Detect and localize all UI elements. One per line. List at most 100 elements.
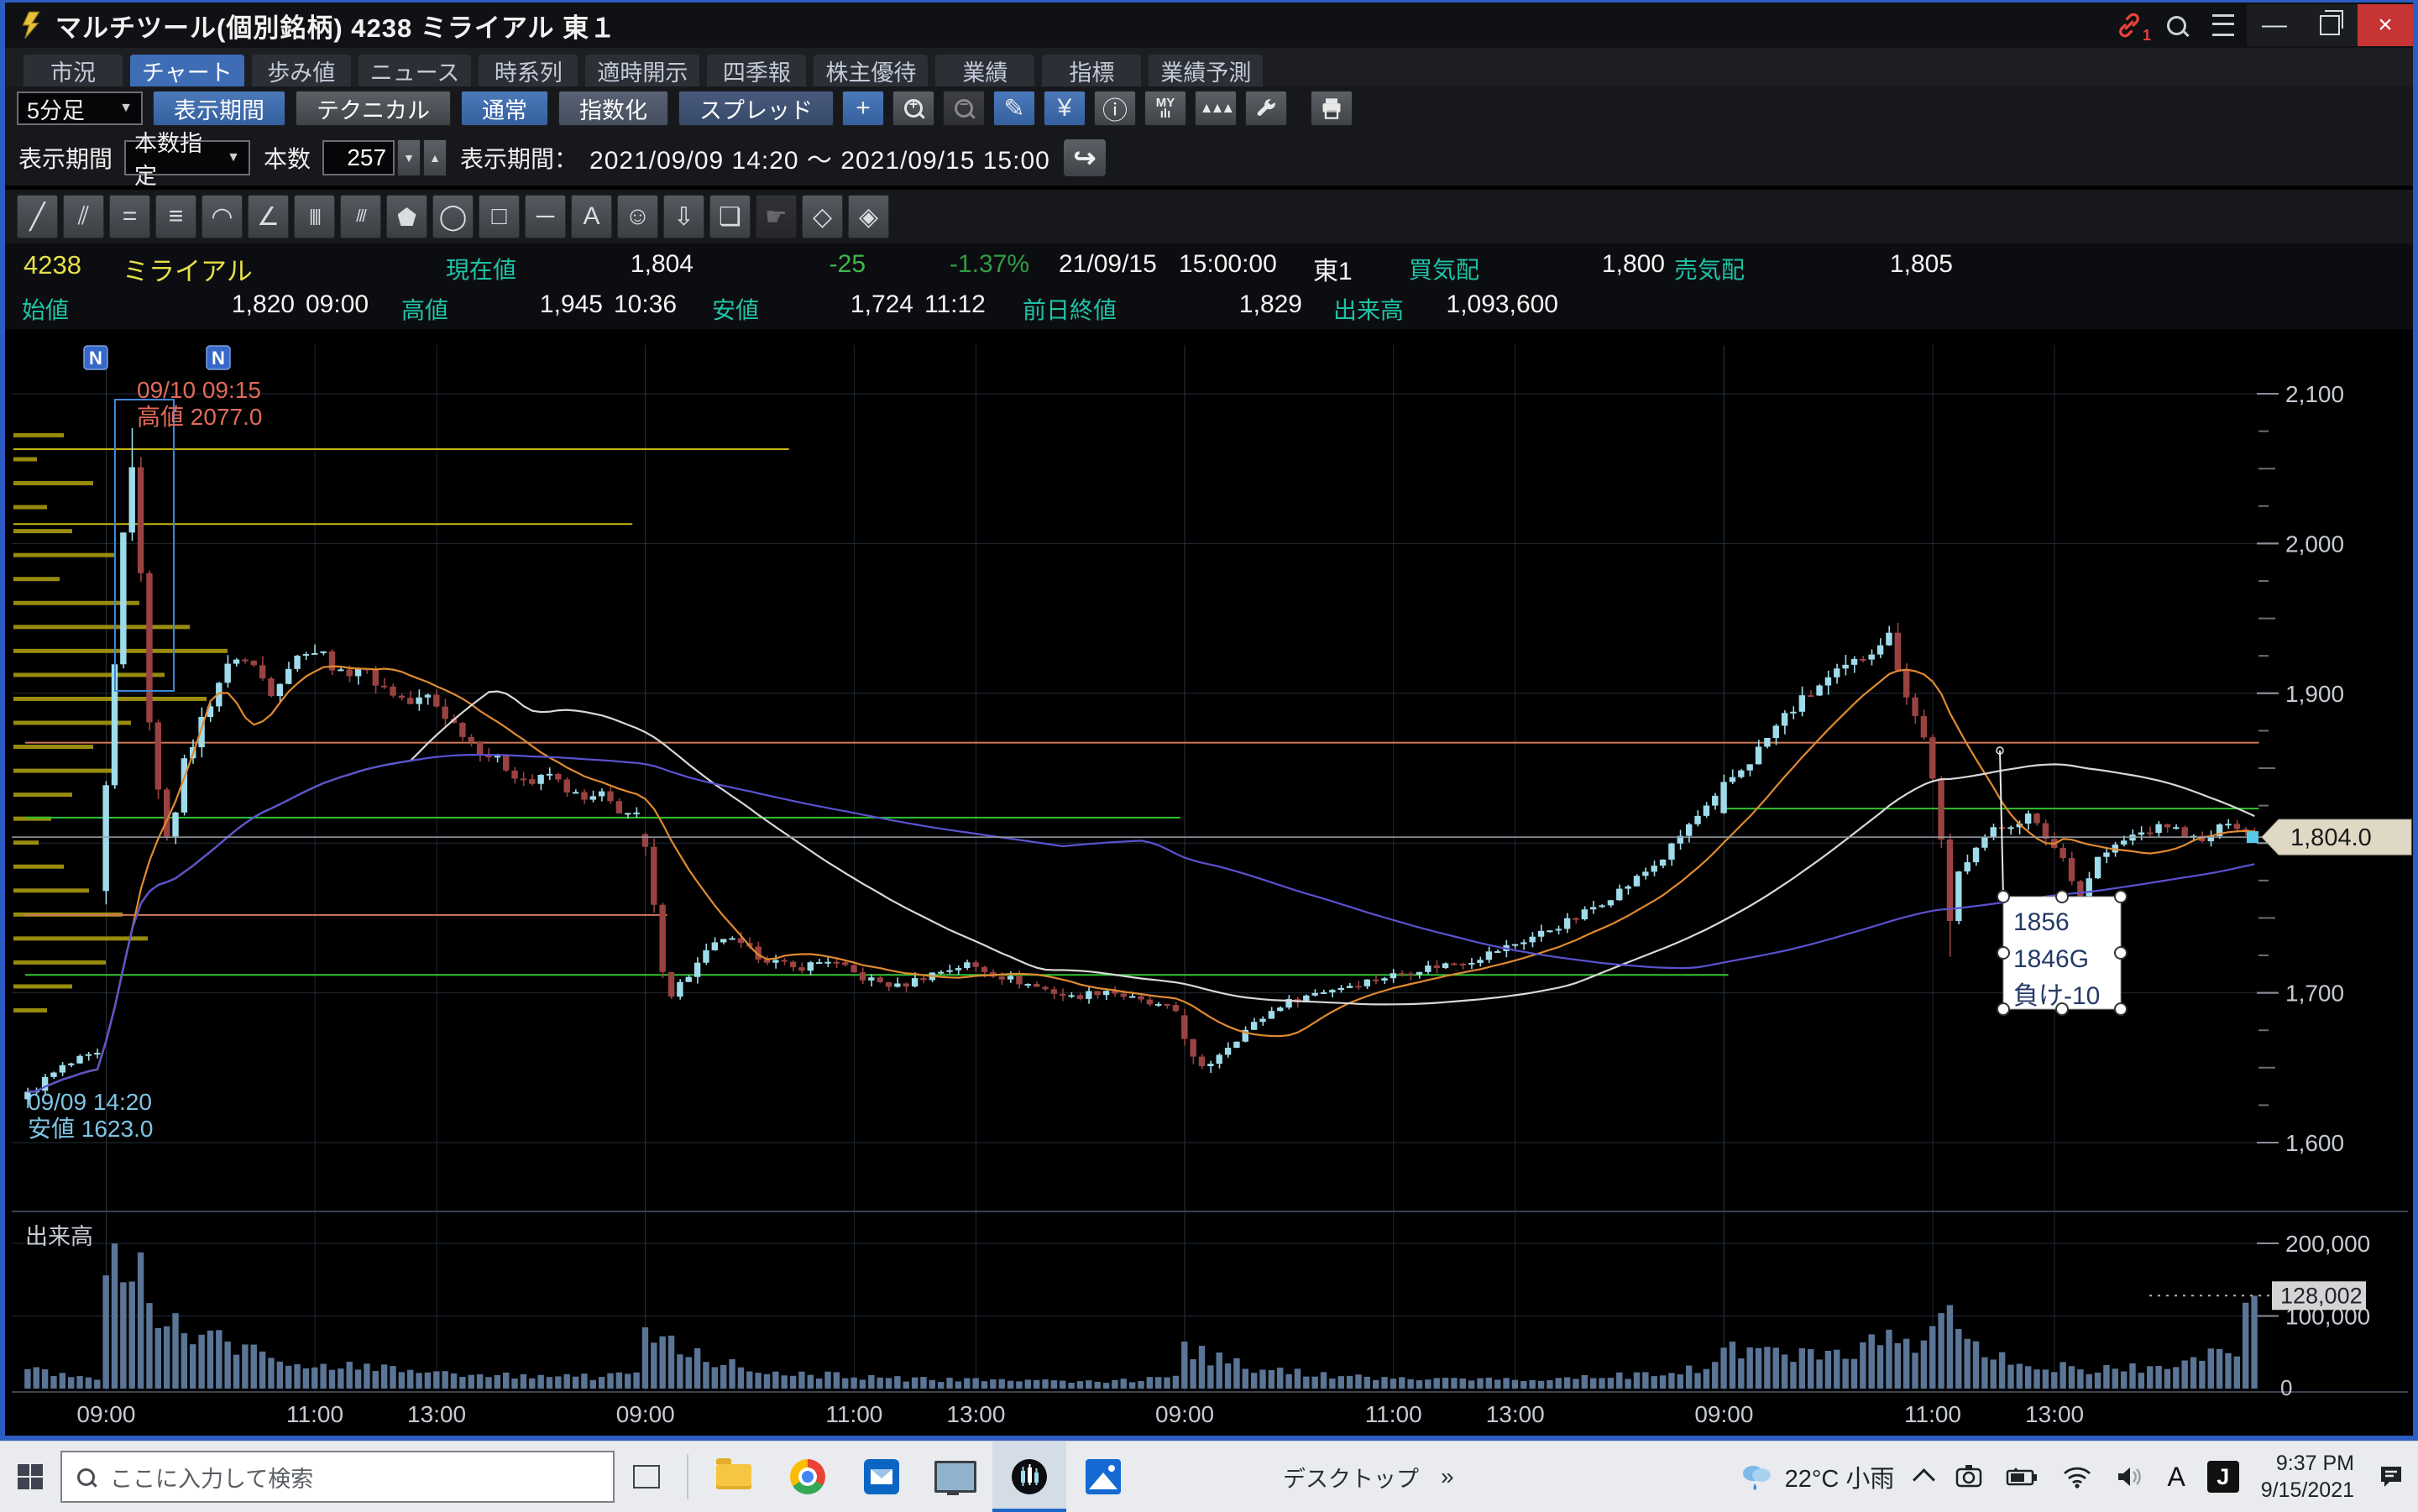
minimize-button[interactable]: — xyxy=(2247,4,2302,46)
copy-object-tool-icon[interactable]: ❏ xyxy=(709,195,751,238)
svg-text:1,900: 1,900 xyxy=(2285,681,2344,707)
settings-wrench-button[interactable] xyxy=(1245,91,1287,126)
clock-time: 9:37 PM xyxy=(2261,1450,2354,1477)
interval-select[interactable]: 5分足▼ xyxy=(17,92,143,125)
restore-button[interactable] xyxy=(2302,4,2358,46)
svg-text:09:00: 09:00 xyxy=(616,1401,675,1427)
tab-歩み値[interactable]: 歩み値 xyxy=(252,55,351,86)
high-label: 高値 xyxy=(401,292,448,326)
drop-marker-tool-icon[interactable]: ⇩ xyxy=(663,195,704,238)
price-change-pct: -1.37% xyxy=(920,250,1029,279)
ime-mode-icon[interactable]: J xyxy=(2207,1461,2239,1493)
search-icon[interactable] xyxy=(2153,3,2200,48)
drawing-toolbar: ╱⫽=≡◠∠||||/// ◯□─A☺⇩❏☛◇◈ xyxy=(5,190,2413,243)
two-horizontal-lines-tool-icon[interactable]: = xyxy=(109,195,150,238)
tab-指標[interactable]: 指標 xyxy=(1042,55,1141,86)
info-button[interactable]: ⓘ xyxy=(1094,91,1136,126)
ohlc-row: 始値 1,820 09:00 高値 1,945 10:36 安値 1,724 1… xyxy=(5,287,2413,330)
chart-canvas[interactable]: 2,1002,0001,9001,8001,7001,60009:0011:00… xyxy=(0,334,2418,1441)
yen-scale-button[interactable]: ¥ xyxy=(1044,91,1086,126)
tab-業績予測[interactable]: 業績予測 xyxy=(1149,55,1263,86)
bid-label: 買気配 xyxy=(1409,252,1479,285)
range-label: 表示期間： xyxy=(460,141,578,175)
icon-stamp-tool-icon[interactable]: ☺ xyxy=(617,195,658,238)
trend-line-tool-icon[interactable]: ╱ xyxy=(17,195,58,238)
battery-icon[interactable] xyxy=(2006,1466,2039,1488)
task-view-button[interactable] xyxy=(615,1441,678,1512)
menu-icon[interactable] xyxy=(2200,3,2247,48)
action-center-icon[interactable] xyxy=(2376,1463,2406,1490)
taskbar-app-remote-desktop[interactable] xyxy=(919,1441,992,1512)
tab-株主優待[interactable]: 株主優待 xyxy=(814,55,928,86)
pentagon-tool-icon[interactable] xyxy=(386,195,427,238)
crosshair-button[interactable]: + xyxy=(842,91,884,126)
zoom-out-button[interactable]: − xyxy=(943,91,985,126)
link-icon[interactable]: 1 xyxy=(2106,3,2153,48)
horizontal-segment-tool-icon[interactable]: ─ xyxy=(525,195,566,238)
rectangle-tool-icon[interactable]: □ xyxy=(479,195,520,238)
speaker-icon[interactable] xyxy=(2115,1465,2145,1488)
tab-適時開示[interactable]: 適時開示 xyxy=(585,55,699,86)
text-tool-icon[interactable]: A xyxy=(571,195,612,238)
erase-all-tool-icon[interactable]: ◈ xyxy=(848,195,889,238)
print-button[interactable] xyxy=(1311,91,1353,126)
tab-四季報[interactable]: 四季報 xyxy=(707,55,806,86)
quote-date: 21/09/15 xyxy=(1059,250,1157,279)
tab-業績[interactable]: 業績 xyxy=(935,55,1034,86)
fibonacci-arc-tool-icon[interactable]: ◠ xyxy=(202,195,243,238)
weather-widget[interactable]: 22°C 小雨 xyxy=(1738,1459,1895,1494)
price-volume-chart[interactable]: 2,1002,0001,9001,8001,7001,60009:0011:00… xyxy=(5,329,2413,1436)
taskbar-app-file-explorer[interactable] xyxy=(697,1441,771,1512)
taskbar-app-trading-app[interactable] xyxy=(992,1441,1066,1512)
toolbar-button-表示期間[interactable]: 表示期間 xyxy=(153,91,285,126)
taskbar: ここに入力して検索 デスクトップ » 22°C 小雨 A J xyxy=(0,1441,2418,1512)
svg-text:1,600: 1,600 xyxy=(2285,1130,2344,1156)
svg-text:出来高: 出来高 xyxy=(25,1224,93,1249)
count-decrement-button[interactable]: ▼ xyxy=(397,139,421,176)
my-indicator-button[interactable]: MYılı xyxy=(1144,91,1186,126)
toolbar-button-指数化[interactable]: 指数化 xyxy=(558,91,668,126)
taskbar-app-photos-app[interactable] xyxy=(1066,1441,1140,1512)
bar-count-input[interactable]: 257 xyxy=(322,140,395,175)
taskbar-clock[interactable]: 9:37 PM 9/15/2021 xyxy=(2261,1450,2354,1504)
zoom-in-button[interactable]: + xyxy=(892,91,934,126)
svg-text:128,002: 128,002 xyxy=(2280,1283,2363,1308)
count-mode-select[interactable]: 本数指定▼ xyxy=(124,140,250,175)
taskbar-app-mail-app[interactable] xyxy=(845,1441,919,1512)
svg-text:13:00: 13:00 xyxy=(1486,1401,1545,1427)
svg-text:09:00: 09:00 xyxy=(1155,1401,1214,1427)
eraser-tool-icon[interactable]: ◇ xyxy=(802,195,843,238)
fan-lines-tool-icon[interactable]: /// xyxy=(340,195,381,238)
hand-drag-tool-icon[interactable]: ☛ xyxy=(756,195,797,238)
tab-ニュース[interactable]: ニュース xyxy=(359,55,472,86)
ime-alpha-mode[interactable]: A xyxy=(2167,1462,2185,1493)
ellipse-tool-icon[interactable]: ◯ xyxy=(432,195,474,238)
multi-horizontal-lines-tool-icon[interactable]: ≡ xyxy=(155,195,196,238)
svg-text:09:00: 09:00 xyxy=(76,1401,135,1427)
wifi-icon[interactable] xyxy=(2061,1465,2093,1488)
parallel-lines-tool-icon[interactable]: ⫽ xyxy=(63,195,104,238)
close-button[interactable]: × xyxy=(2358,4,2413,46)
tab-時系列[interactable]: 時系列 xyxy=(479,55,578,86)
count-increment-button[interactable]: ▲ xyxy=(423,139,447,176)
toolbar-button-通常[interactable]: 通常 xyxy=(461,91,548,126)
capture-icon[interactable] xyxy=(1954,1464,1984,1489)
reset-period-button[interactable]: ↩ xyxy=(1064,139,1106,176)
tab-チャート[interactable]: チャート xyxy=(130,55,244,86)
toolbar-button-テクニカル[interactable]: テクニカル xyxy=(296,91,451,126)
tab-市況[interactable]: 市況 xyxy=(24,55,123,86)
vertical-lines-tool-icon[interactable]: |||| xyxy=(294,195,335,238)
period-label: 表示期間 xyxy=(18,141,113,175)
period-toolbar: 表示期間 本数指定▼ 本数 257 ▼ ▲ 表示期間： 2021/09/09 1… xyxy=(5,130,2413,186)
svg-text:11:00: 11:00 xyxy=(1904,1401,1961,1427)
draw-pencil-button[interactable]: ✎ xyxy=(993,91,1035,126)
gann-fan-tool-icon[interactable]: ∠ xyxy=(248,195,289,238)
toolbar-button-スプレッド[interactable]: スプレッド xyxy=(678,91,834,126)
tray-expand-button[interactable] xyxy=(1916,1467,1932,1488)
taskbar-separator xyxy=(687,1454,688,1499)
taskbar-search[interactable]: ここに入力して検索 xyxy=(60,1451,615,1503)
start-button[interactable] xyxy=(0,1441,60,1512)
taskbar-app-chrome-browser[interactable] xyxy=(771,1441,845,1512)
area-chart-button[interactable]: ▲▲▲ xyxy=(1195,91,1237,126)
desktop-toolbar[interactable]: デスクトップ » xyxy=(1283,1461,1454,1494)
